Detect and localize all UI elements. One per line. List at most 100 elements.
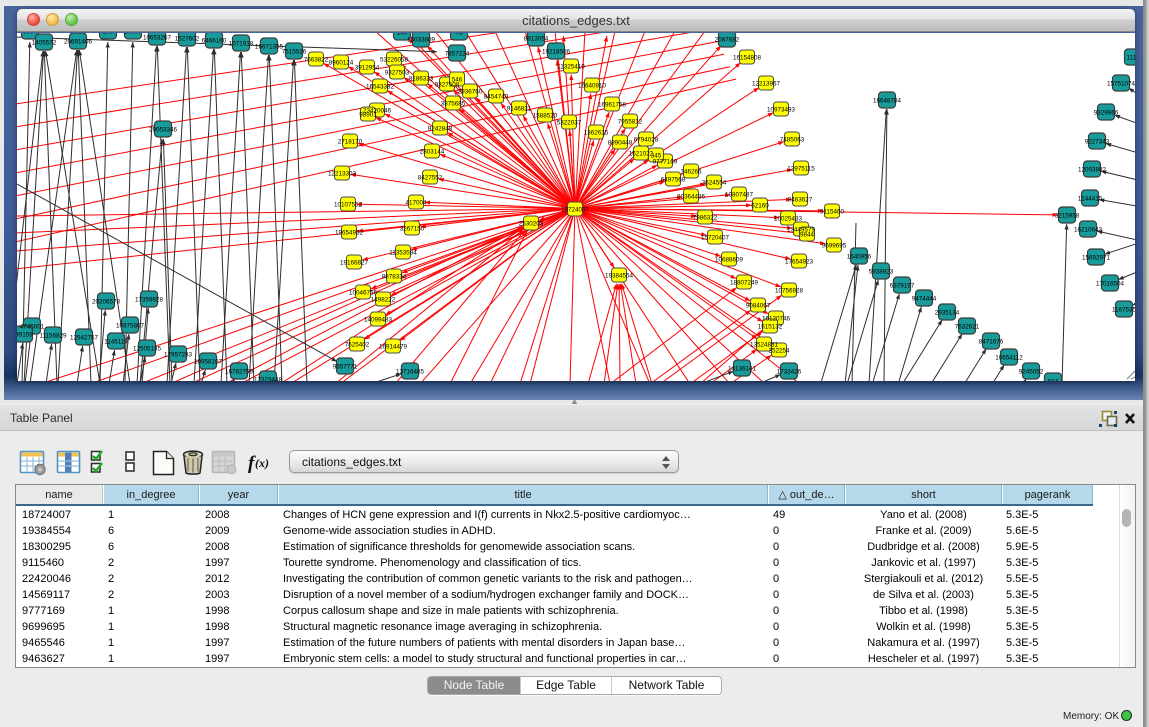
- svg-text:12323448: 12323448: [254, 377, 283, 382]
- svg-text:15720407: 15720407: [701, 235, 730, 242]
- svg-text:2935134: 2935134: [935, 310, 960, 317]
- svg-text:3267150: 3267150: [400, 226, 425, 233]
- svg-text:16033809: 16033809: [407, 37, 436, 44]
- svg-text:6379197: 6379197: [890, 283, 915, 290]
- svg-text:1498222: 1498222: [371, 297, 396, 304]
- svg-text:10973493: 10973493: [767, 107, 796, 114]
- svg-text:11156829: 11156829: [39, 333, 67, 340]
- svg-text:10654112: 10654112: [995, 355, 1023, 362]
- svg-text:15751074: 15751074: [1107, 81, 1135, 88]
- svg-text:8186323: 8186323: [409, 76, 434, 83]
- svg-text:14099483: 14099483: [364, 317, 393, 324]
- svg-text:19654952: 19654952: [335, 230, 364, 237]
- svg-text:8454749: 8454749: [484, 94, 509, 101]
- svg-text:9115460: 9115460: [820, 209, 845, 216]
- svg-text:10107552: 10107552: [334, 202, 363, 209]
- svg-text:11353594: 11353594: [389, 250, 417, 257]
- svg-text:109: 109: [103, 33, 114, 36]
- svg-text:39159: 39159: [17, 332, 33, 339]
- svg-text:18724007: 18724007: [561, 207, 590, 214]
- svg-text:16120746: 16120746: [762, 316, 791, 323]
- svg-text:8990448: 8990448: [608, 140, 633, 147]
- svg-text:78: 78: [455, 33, 463, 37]
- svg-text:9699695: 9699695: [822, 243, 847, 250]
- svg-text:1527602: 1527602: [175, 36, 200, 43]
- svg-text:7485063: 7485063: [780, 137, 805, 144]
- svg-text:62160: 62160: [751, 203, 769, 210]
- svg-text:7515526: 7515526: [282, 49, 307, 56]
- svg-text:20206578: 20206578: [92, 299, 121, 306]
- svg-text:10975867: 10975867: [116, 323, 145, 330]
- svg-text:7663822: 7663822: [304, 57, 329, 64]
- svg-text:2936760: 2936760: [458, 89, 483, 96]
- svg-text:1615132: 1615132: [758, 324, 783, 331]
- svg-text:18807249: 18807249: [730, 280, 759, 287]
- svg-text:8427552: 8427552: [418, 175, 443, 182]
- svg-text:16914479: 16914479: [379, 344, 408, 351]
- svg-text:14136141: 14136141: [728, 366, 757, 373]
- svg-text:10958107: 10958107: [194, 359, 223, 366]
- svg-text:10756928: 10756928: [775, 288, 804, 295]
- svg-text:345: 345: [651, 153, 662, 160]
- svg-text:9084067: 9084067: [746, 303, 771, 310]
- svg-text:12093882: 12093882: [1078, 167, 1107, 174]
- svg-text:5938923: 5938923: [869, 269, 894, 276]
- svg-text:9474444: 9474444: [912, 296, 937, 303]
- svg-text:546: 546: [452, 77, 463, 84]
- svg-text:17359928: 17359928: [135, 297, 164, 304]
- svg-text:29053346: 29053346: [149, 127, 178, 134]
- svg-text:10653267: 10653267: [143, 35, 172, 42]
- svg-text:1167535: 1167535: [1112, 307, 1135, 314]
- svg-text:8878334: 8878334: [382, 274, 407, 281]
- svg-text:17654923: 17654923: [785, 259, 814, 266]
- svg-text:2803144: 2803144: [420, 149, 445, 156]
- svg-text:16543382: 16543382: [366, 84, 395, 91]
- svg-text:9844: 9844: [800, 232, 815, 239]
- svg-text:7986322: 7986322: [693, 215, 718, 222]
- svg-text:20364436: 20364436: [677, 194, 706, 201]
- svg-text:7632621: 7632621: [955, 324, 980, 331]
- svg-text:15692971: 15692971: [1082, 255, 1111, 262]
- svg-text:1640956: 1640956: [847, 254, 872, 261]
- svg-text:2718170: 2718170: [338, 139, 363, 146]
- svg-text:9242848: 9242848: [428, 126, 453, 133]
- svg-text:2530203: 2530203: [519, 221, 544, 228]
- svg-text:8471676: 8471676: [979, 339, 1004, 346]
- svg-text:12975115: 12975115: [787, 166, 815, 173]
- svg-text:1145119: 1145119: [104, 339, 128, 346]
- svg-text:9657771: 9657771: [333, 364, 358, 371]
- svg-text:13716485: 13716485: [396, 369, 425, 376]
- svg-text:9463627: 9463627: [788, 197, 813, 204]
- svg-text:9327503: 9327503: [385, 70, 410, 77]
- svg-text:1112: 1112: [1126, 55, 1135, 62]
- svg-text:2087682: 2087682: [715, 37, 740, 44]
- svg-text:16210643: 16210643: [1074, 227, 1103, 234]
- svg-text:9245052: 9245052: [1019, 369, 1044, 376]
- svg-text:10046766: 10046766: [349, 290, 378, 297]
- svg-text:1244415: 1244415: [1078, 196, 1103, 203]
- svg-text:1405572: 1405572: [32, 40, 57, 47]
- svg-text:17016504: 17016504: [1096, 281, 1125, 288]
- svg-text:16154808: 16154808: [733, 55, 762, 62]
- svg-text:16961758: 16961758: [598, 102, 627, 109]
- svg-text:3215958: 3215958: [1055, 213, 1080, 220]
- svg-text:20691406: 20691406: [64, 39, 93, 46]
- svg-text:17957283: 17957283: [164, 352, 193, 359]
- svg-text:924: 924: [1048, 379, 1059, 382]
- svg-text:12213303: 12213303: [328, 171, 357, 178]
- svg-text:7955812: 7955812: [618, 119, 643, 126]
- svg-text:19166827: 19166827: [340, 260, 369, 267]
- svg-text:10807487: 10807487: [725, 192, 754, 199]
- svg-text:16782759: 16782759: [225, 369, 254, 376]
- svg-text:10025433: 10025433: [774, 216, 803, 223]
- svg-text:6497568: 6497568: [661, 177, 686, 184]
- svg-text:16640910: 16640910: [578, 83, 607, 90]
- svg-text:9329966: 9329966: [1094, 110, 1119, 117]
- svg-text:98901: 98901: [359, 112, 377, 119]
- svg-text:417004: 417004: [405, 200, 427, 207]
- svg-text:19384554: 19384554: [605, 273, 634, 280]
- svg-text:7625402: 7625402: [345, 342, 370, 349]
- svg-text:3875685: 3875685: [441, 101, 466, 108]
- svg-text:1588520: 1588520: [533, 113, 558, 120]
- svg-text:16671355: 16671355: [255, 44, 284, 51]
